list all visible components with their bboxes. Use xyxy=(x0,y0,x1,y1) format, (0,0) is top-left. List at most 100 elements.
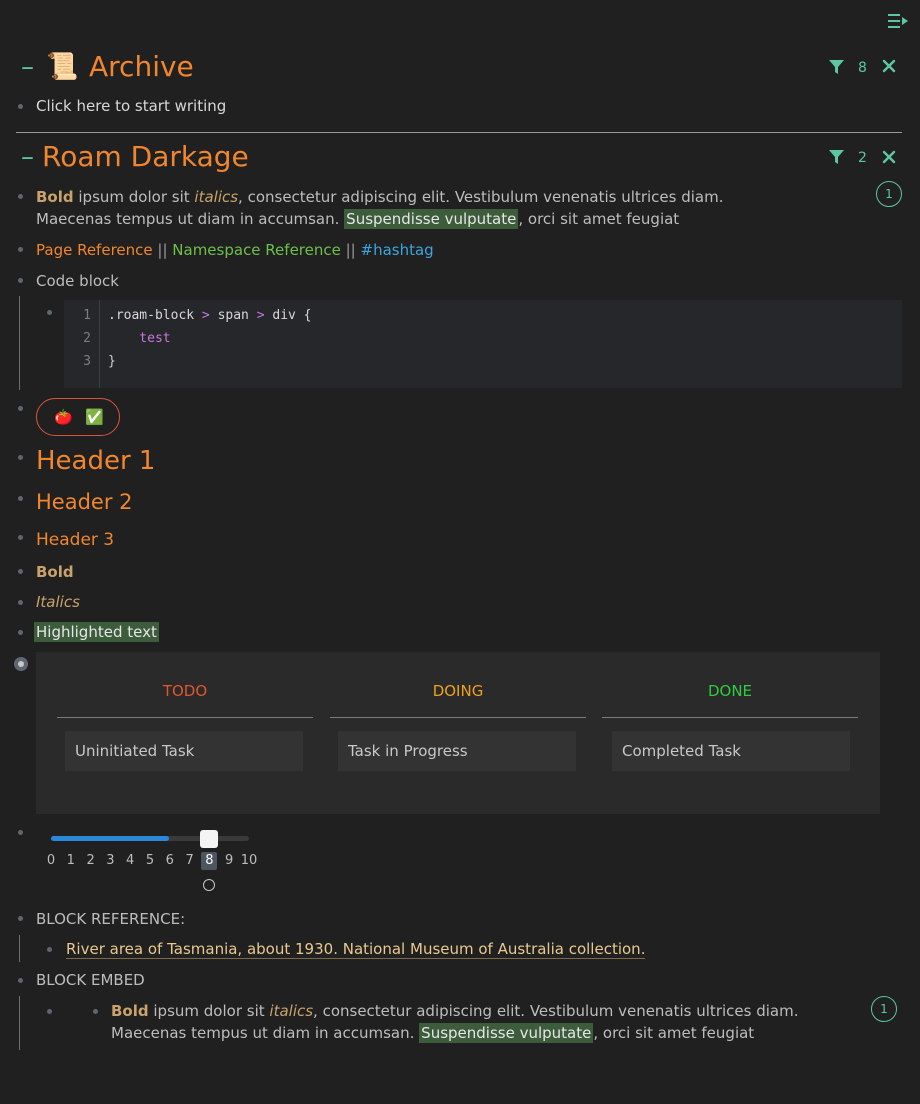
bullet[interactable] xyxy=(47,310,52,315)
bullet[interactable] xyxy=(18,978,23,983)
slider-tick-label[interactable]: 7 xyxy=(182,852,198,870)
reference-count-badge[interactable]: 1 xyxy=(871,996,897,1022)
slider-tick-label[interactable]: 1 xyxy=(63,852,79,870)
block-paragraph[interactable]: Bold ipsum dolor sit italics, consectetu… xyxy=(36,186,723,208)
sidebar-toggle-icon[interactable] xyxy=(888,12,908,30)
column-divider xyxy=(57,717,313,718)
block-embed-label[interactable]: BLOCK EMBED xyxy=(36,969,145,991)
code-line: test xyxy=(108,331,171,346)
slider-tick-label[interactable]: 6 xyxy=(162,852,178,870)
header-2[interactable]: Header 2 xyxy=(36,488,133,516)
bullet[interactable] xyxy=(18,194,23,199)
page-reference-link[interactable]: Page Reference xyxy=(36,241,153,259)
header-1[interactable]: Header 1 xyxy=(36,444,155,478)
kanban-card[interactable]: Uninitiated Task xyxy=(65,731,303,771)
bullet[interactable] xyxy=(47,1009,52,1014)
plain-text: , consectetur adipiscing elit. Vestibulu… xyxy=(238,188,724,206)
archive-placeholder[interactable]: Click here to start writing xyxy=(36,95,226,117)
line-number: 2 xyxy=(83,331,91,346)
bullet[interactable] xyxy=(18,600,23,605)
namespace-reference-link[interactable]: Namespace Reference xyxy=(172,241,341,259)
code-gutter: 1 2 3 xyxy=(64,300,100,388)
code-block-label[interactable]: Code block xyxy=(36,270,119,292)
italic-text: italics xyxy=(269,1002,314,1020)
bullet[interactable] xyxy=(18,455,23,460)
plain-text: ipsum dolor sit xyxy=(73,188,195,206)
bold-text: Bold xyxy=(111,1002,149,1020)
slider-tick-label[interactable]: 2 xyxy=(83,852,99,870)
bold-block[interactable]: Bold xyxy=(36,561,74,583)
embed-paragraph-line2[interactable]: Maecenas tempus ut diam in accumsan. Sus… xyxy=(111,1022,754,1044)
archive-emoji: 📜 xyxy=(46,52,79,82)
column-divider xyxy=(330,717,586,718)
kanban-card[interactable]: Task in Progress xyxy=(338,731,576,771)
separator: || xyxy=(340,241,361,259)
child-indent-line xyxy=(19,296,20,390)
hashtag-link[interactable]: #hashtag xyxy=(361,241,434,259)
block-reference-label[interactable]: BLOCK REFERENCE: xyxy=(36,908,185,930)
roam-collapse-toggle[interactable]: – xyxy=(21,140,34,174)
bullet[interactable] xyxy=(18,569,23,574)
archive-title[interactable]: Archive xyxy=(89,50,194,84)
slider-track[interactable] xyxy=(51,836,249,841)
code-editor[interactable]: 1 2 3 .roam-block > span > div { test } xyxy=(64,300,902,388)
kanban-column-done-title: DONE xyxy=(707,682,753,700)
plain-text: ipsum dolor sit xyxy=(148,1002,270,1020)
column-divider xyxy=(602,717,858,718)
archive-filter-count[interactable]: 8 xyxy=(858,57,867,79)
code-line: .roam-block > span > div { xyxy=(108,308,312,323)
kanban-card[interactable]: Completed Task xyxy=(612,731,850,771)
slider-thumb[interactable] xyxy=(200,830,218,848)
bullet[interactable] xyxy=(18,916,23,921)
slider-tick-label[interactable]: 4 xyxy=(122,852,138,870)
slider-tick-label[interactable]: 5 xyxy=(142,852,158,870)
bullet[interactable] xyxy=(47,947,52,952)
italics-block[interactable]: Italics xyxy=(36,591,80,613)
bullet[interactable] xyxy=(18,406,23,411)
code-line: } xyxy=(108,354,116,369)
separator: || xyxy=(152,241,173,259)
bullet[interactable] xyxy=(18,247,23,252)
block-paragraph-line2[interactable]: Maecenas tempus ut diam in accumsan. Sus… xyxy=(36,208,679,230)
bold-text: Bold xyxy=(36,188,74,206)
reference-count-badge[interactable]: 1 xyxy=(876,181,902,207)
roam-filter-count[interactable]: 2 xyxy=(858,147,867,169)
embed-paragraph[interactable]: Bold ipsum dolor sit italics, consectetu… xyxy=(111,1000,798,1022)
slider-tick-label[interactable]: 8 xyxy=(201,852,218,870)
filter-icon[interactable] xyxy=(829,150,844,165)
kanban-board: TODO Uninitiated Task DOING Task in Prog… xyxy=(36,652,880,814)
slider-handle-circle[interactable] xyxy=(203,879,215,891)
pomodoro-pill[interactable]: 🍅 ✅ xyxy=(36,398,120,436)
bullet[interactable] xyxy=(18,630,23,635)
checkbox-icon[interactable]: ✅ xyxy=(85,407,104,427)
bullet[interactable] xyxy=(18,535,23,540)
highlighted-block[interactable]: Highlighted text xyxy=(34,621,159,643)
line-number: 3 xyxy=(83,354,91,369)
bullet[interactable] xyxy=(18,496,23,501)
block-reference-content[interactable]: River area of Tasmania, about 1930. Nati… xyxy=(66,938,646,960)
kanban-collapsed-bullet[interactable] xyxy=(14,657,28,671)
bullet[interactable] xyxy=(93,1009,98,1014)
slider-tick-label[interactable]: 0 xyxy=(43,852,59,870)
slider-tick-label[interactable]: 9 xyxy=(221,852,237,870)
plain-text: , consectetur adipiscing elit. Vestibulu… xyxy=(313,1002,799,1020)
close-icon[interactable] xyxy=(882,59,896,73)
tomato-icon[interactable]: 🍅 xyxy=(54,407,73,427)
plain-text: , orci sit amet feugiat xyxy=(518,210,680,228)
child-indent-line xyxy=(19,996,20,1050)
page-divider xyxy=(16,132,902,133)
close-icon[interactable] xyxy=(882,150,896,164)
archive-collapse-toggle[interactable]: – xyxy=(21,50,34,84)
bullet[interactable] xyxy=(18,278,23,283)
filter-icon[interactable] xyxy=(829,60,844,75)
slider-tick-label[interactable]: 10 xyxy=(239,852,259,870)
child-indent-line xyxy=(19,935,20,962)
plain-text: , orci sit amet feugiat xyxy=(593,1024,755,1042)
header-3[interactable]: Header 3 xyxy=(36,528,114,552)
bullet[interactable] xyxy=(18,104,23,109)
bullet[interactable] xyxy=(18,830,23,835)
roam-title[interactable]: Roam Darkage xyxy=(42,140,249,174)
slider-tick-label[interactable]: 3 xyxy=(102,852,118,870)
block-reference-text[interactable]: River area of Tasmania, about 1930. Nati… xyxy=(66,940,646,959)
highlight-text: Highlighted text xyxy=(34,622,159,642)
